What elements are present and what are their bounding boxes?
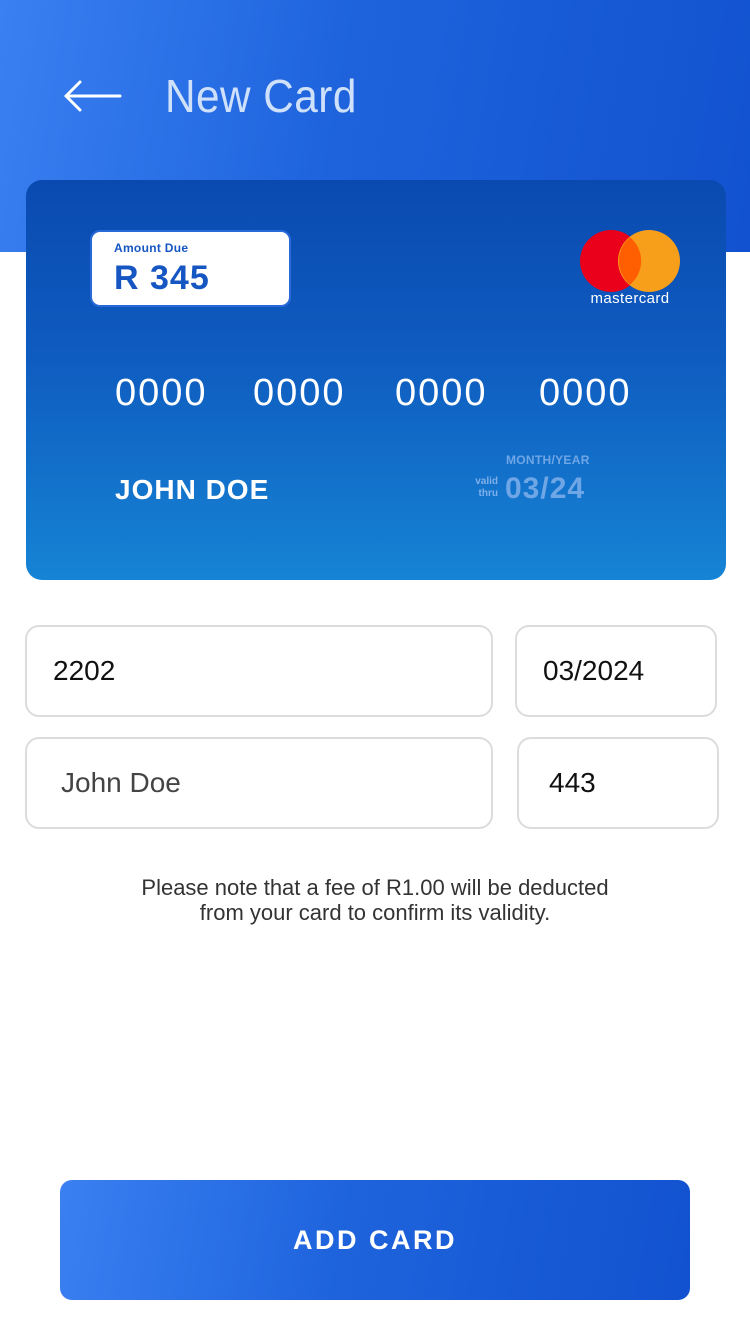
fee-notice: Please note that a fee of R1.00 will be … — [100, 875, 650, 925]
add-card-button[interactable]: ADD CARD — [60, 1180, 690, 1300]
card-preview: Amount Due R 345 mastercard 0000 0000 00… — [26, 180, 726, 580]
mastercard-wordmark: mastercard — [590, 290, 670, 307]
month-year-label: MONTH/YEAR — [506, 453, 590, 467]
amount-due-label: Amount Due — [114, 241, 189, 255]
back-button[interactable] — [56, 70, 128, 122]
cvv-input[interactable] — [549, 767, 717, 799]
fee-notice-line-1: Please note that a fee of R1.00 will be … — [141, 875, 609, 900]
expiry-input[interactable] — [543, 655, 715, 687]
thru-label: thru — [478, 488, 498, 499]
card-number-group-4: 0000 — [539, 372, 632, 414]
page-title: New Card — [165, 70, 357, 122]
card-holder-name: JOHN DOE — [115, 474, 270, 505]
valid-thru-label: valid thru — [466, 476, 498, 500]
expiry-field[interactable] — [515, 625, 717, 717]
card-number-group-2: 0000 — [253, 372, 346, 414]
name-input[interactable] — [61, 767, 491, 799]
card-number-input[interactable] — [53, 655, 491, 687]
card-expiry-display: 03/24 — [505, 472, 586, 505]
valid-label: valid — [475, 476, 498, 487]
name-field[interactable] — [25, 737, 493, 829]
fee-notice-line-2: from your card to confirm its validity. — [199, 900, 551, 925]
card-number-field[interactable] — [25, 625, 493, 717]
arrow-left-icon — [64, 80, 122, 112]
mastercard-logo-icon: mastercard — [578, 228, 682, 312]
amount-due-box: Amount Due R 345 — [90, 230, 291, 307]
card-number-group-3: 0000 — [395, 372, 488, 414]
amount-due-value: R 345 — [114, 259, 210, 297]
cvv-field[interactable] — [517, 737, 719, 829]
card-number-group-1: 0000 — [115, 372, 208, 414]
